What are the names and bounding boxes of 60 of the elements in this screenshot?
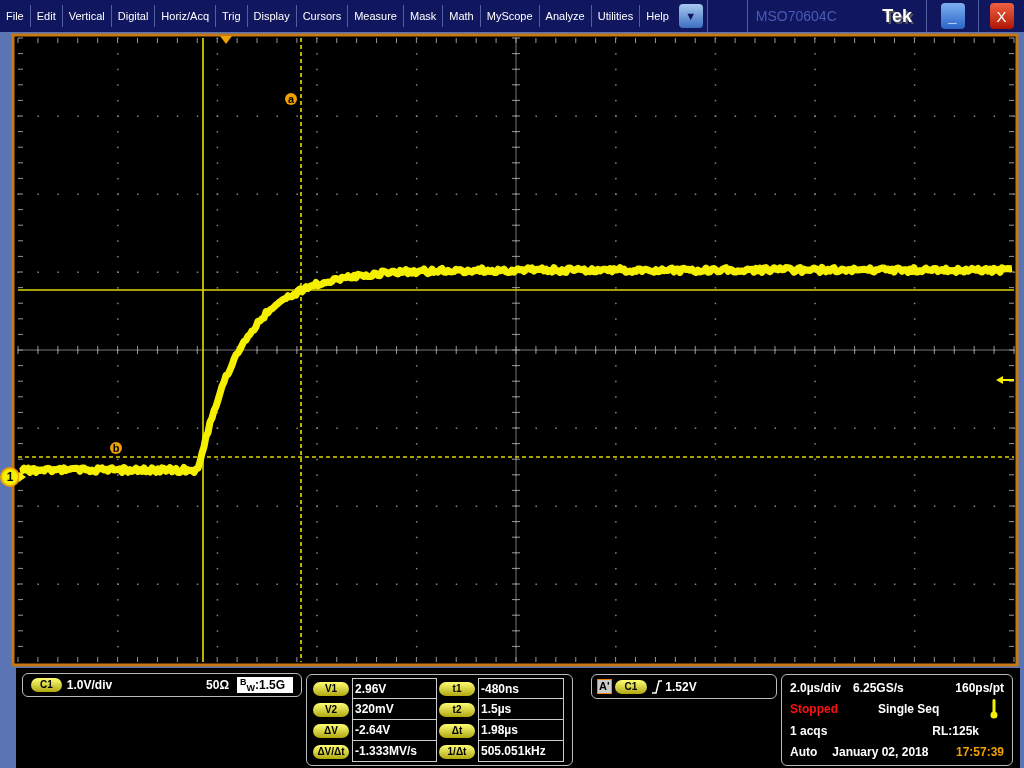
menu-item[interactable]: Analyze [538,5,591,27]
menu-item[interactable]: Vertical [61,5,111,27]
cursor-value: 2.96V [352,678,437,699]
time-per-point: 160ps/pt [955,679,1004,697]
trigger-level: 1.52V [665,678,697,696]
cursor-value: -2.64V [352,720,437,741]
cursor-badge[interactable]: Δt [439,723,475,738]
cursor-badge[interactable]: 1/Δt [439,744,475,759]
dropdown-button[interactable]: ▼ [678,4,703,28]
menu-item[interactable]: Help [639,5,675,27]
cursor-line[interactable] [300,37,302,663]
close-button[interactable]: X [989,3,1014,29]
rising-edge-icon [652,679,663,694]
model-name: MSO70604C [755,6,837,26]
date: January 02, 2018 [832,744,929,762]
menu-item[interactable]: Edit [29,5,62,27]
cursor-badge[interactable]: ΔV [313,723,349,738]
thermometer-icon [990,699,998,720]
menu-item[interactable]: Trig [215,5,247,27]
menu-item[interactable]: Display [246,5,296,27]
run-state: Stopped [790,701,838,719]
channel-badge[interactable]: C1 [31,678,62,692]
trigger-level-icon [996,376,1015,384]
menu-item[interactable]: Math [442,5,480,27]
menu-item[interactable]: Mask [403,5,443,27]
menu-item[interactable]: Digital [110,5,155,27]
minimize-button[interactable]: _ [940,3,965,29]
menu-item[interactable]: Cursors [295,5,348,27]
acquisition-mode: Single Seq [878,701,940,719]
cursor-badge[interactable]: t2 [439,702,475,717]
cursor-value: 1.5µs [478,699,564,720]
sample-rate: 6.25GS/s [852,679,904,697]
cursor-badge[interactable]: V2 [313,702,349,717]
brand-logo: Tek [882,4,912,28]
cursor-badge[interactable]: ΔV/Δt [313,744,349,759]
trigger-marker: A' [597,679,612,694]
cursor-label: a [285,93,297,105]
menu-item[interactable]: MyScope [479,5,539,27]
impedance: 50Ω [206,677,229,694]
acquisition-count: 1 acqs [790,722,828,740]
cursor-value: -480ns [478,678,564,699]
vertical-scale: 1.0V/div [66,677,113,694]
horizontal-scale: 2.0µs/div [790,679,841,697]
cursor-label: b [110,442,122,454]
channel-badge[interactable]: C1 [614,679,648,694]
record-length: RL:125k [932,722,979,740]
cursor-value: 505.051kHz [478,741,564,762]
menu-item[interactable]: File [0,5,30,27]
cursor-badge[interactable]: t1 [439,681,475,696]
cursor-line[interactable] [17,456,1015,458]
menu-item[interactable]: Measure [347,5,403,27]
menu-item[interactable]: Utilities [590,5,640,27]
trigger-position-icon [220,36,232,44]
cursor-badge[interactable]: V1 [313,681,349,696]
cursor-value: 1.98µs [478,720,564,741]
menu-item[interactable]: Horiz/Acq [154,5,216,27]
cursor-value: 320mV [352,699,437,720]
time: 17:57:39 [955,744,1004,762]
cursor-value: -1.333MV/s [352,741,437,762]
trigger-mode: Auto [790,744,818,762]
